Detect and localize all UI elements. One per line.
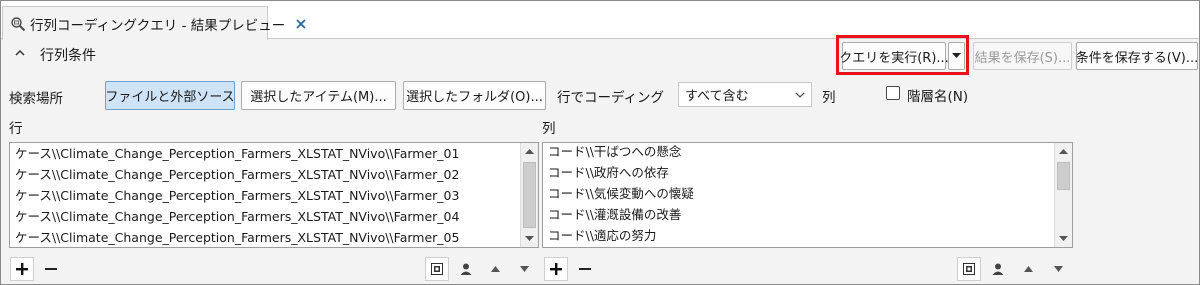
scroll-thumb[interactable]: [1057, 162, 1070, 190]
add-row-button[interactable]: [10, 257, 34, 281]
tab-title: 行列コーディングクエリ - 結果プレビュー: [30, 17, 286, 34]
close-icon[interactable]: [295, 15, 307, 33]
save-results-button[interactable]: 結果を保存(S)...: [973, 42, 1072, 70]
scroll-up-arrow[interactable]: [521, 143, 538, 160]
coding-label: 行でコーディング: [557, 90, 665, 106]
list-item[interactable]: ケース\\Climate_Change_Perception_Farmers_X…: [15, 186, 459, 206]
rows-move-up-button[interactable]: [483, 257, 507, 281]
add-icon: [550, 263, 562, 275]
remove-icon: [579, 268, 591, 270]
hierarchy-name-label: 階層名(N): [907, 89, 969, 105]
rows-list[interactable]: ケース\\Climate_Change_Perception_Farmers_X…: [9, 142, 539, 248]
list-item[interactable]: コード\\適応の努力: [548, 226, 656, 246]
section-title: 行列条件: [40, 48, 96, 64]
selected-folders-button[interactable]: 選択したフォルダ(O)...: [403, 81, 546, 110]
select-items-icon: [431, 263, 443, 275]
scroll-thumb[interactable]: [523, 162, 536, 228]
remove-column-button[interactable]: [573, 257, 597, 281]
files-and-external-sources-button[interactable]: ファイルと外部ソース: [105, 81, 235, 110]
chevron-down-icon: [795, 92, 805, 98]
add-icon: [16, 263, 28, 275]
list-item[interactable]: コード\\政府への依存: [548, 163, 669, 183]
rows-scrollbar[interactable]: [520, 143, 538, 247]
selected-items-button[interactable]: 選択したアイテム(M)...: [241, 81, 396, 110]
chevron-up-icon[interactable]: [13, 46, 27, 60]
move-up-icon: [1023, 266, 1033, 272]
highlight-box: [836, 35, 969, 75]
scroll-up-arrow[interactable]: [1055, 143, 1072, 160]
tab-strip: 行列コーディングクエリ - 結果プレビュー: [1, 1, 1199, 40]
save-criteria-button[interactable]: 条件を保存する(V)...: [1076, 42, 1198, 70]
hierarchy-name-checkbox[interactable]: [886, 86, 900, 100]
remove-row-button[interactable]: [39, 257, 63, 281]
scroll-down-arrow[interactable]: [1055, 230, 1072, 247]
rows-person-button[interactable]: [454, 257, 478, 281]
list-item[interactable]: ケース\\Climate_Change_Perception_Farmers_X…: [15, 144, 459, 164]
magnifier-query-icon: [10, 14, 26, 34]
remove-icon: [45, 268, 57, 270]
tab-query-preview[interactable]: 行列コーディングクエリ - 結果プレビュー: [2, 6, 306, 40]
list-item[interactable]: ケース\\Climate_Change_Perception_Farmers_X…: [15, 207, 459, 227]
coding-select[interactable]: すべて含む: [678, 82, 812, 107]
rows-label: 行: [9, 121, 23, 137]
columns-move-up-button[interactable]: [1016, 257, 1040, 281]
list-item[interactable]: コード\\干ばつへの懸念: [548, 143, 681, 162]
move-down-icon: [519, 266, 529, 272]
columns-person-button[interactable]: [986, 257, 1010, 281]
column-coding-label: 列: [822, 90, 836, 106]
list-item[interactable]: ケース\\Climate_Change_Perception_Farmers_X…: [15, 165, 459, 185]
rows-move-down-button[interactable]: [512, 257, 536, 281]
scroll-down-arrow[interactable]: [521, 230, 538, 247]
select-columns-button[interactable]: [957, 257, 981, 281]
coding-select-value: すべて含む: [685, 89, 749, 104]
query-window: 行列コーディングクエリ - 結果プレビュー 行列条件 クエリを実行(R)... …: [0, 0, 1200, 285]
person-icon: [992, 263, 1004, 275]
columns-label: 列: [542, 121, 556, 137]
move-down-icon: [1053, 266, 1063, 272]
list-item[interactable]: コード\\気候変動への懐疑: [548, 184, 694, 204]
list-item[interactable]: ケース\\Climate_Change_Perception_Farmers_X…: [15, 228, 459, 247]
search-location-label: 検索場所: [9, 91, 63, 107]
add-column-button[interactable]: [544, 257, 568, 281]
move-up-icon: [490, 266, 500, 272]
person-icon: [460, 263, 472, 275]
list-item[interactable]: コード\\灌漑設備の改善: [548, 205, 681, 225]
columns-list[interactable]: コード\\干ばつへの懸念 コード\\政府への依存 コード\\気候変動への懐疑 コ…: [542, 142, 1073, 248]
select-rows-button[interactable]: [425, 257, 449, 281]
columns-move-down-button[interactable]: [1046, 257, 1070, 281]
select-items-icon: [963, 263, 975, 275]
columns-scrollbar[interactable]: [1054, 143, 1072, 247]
